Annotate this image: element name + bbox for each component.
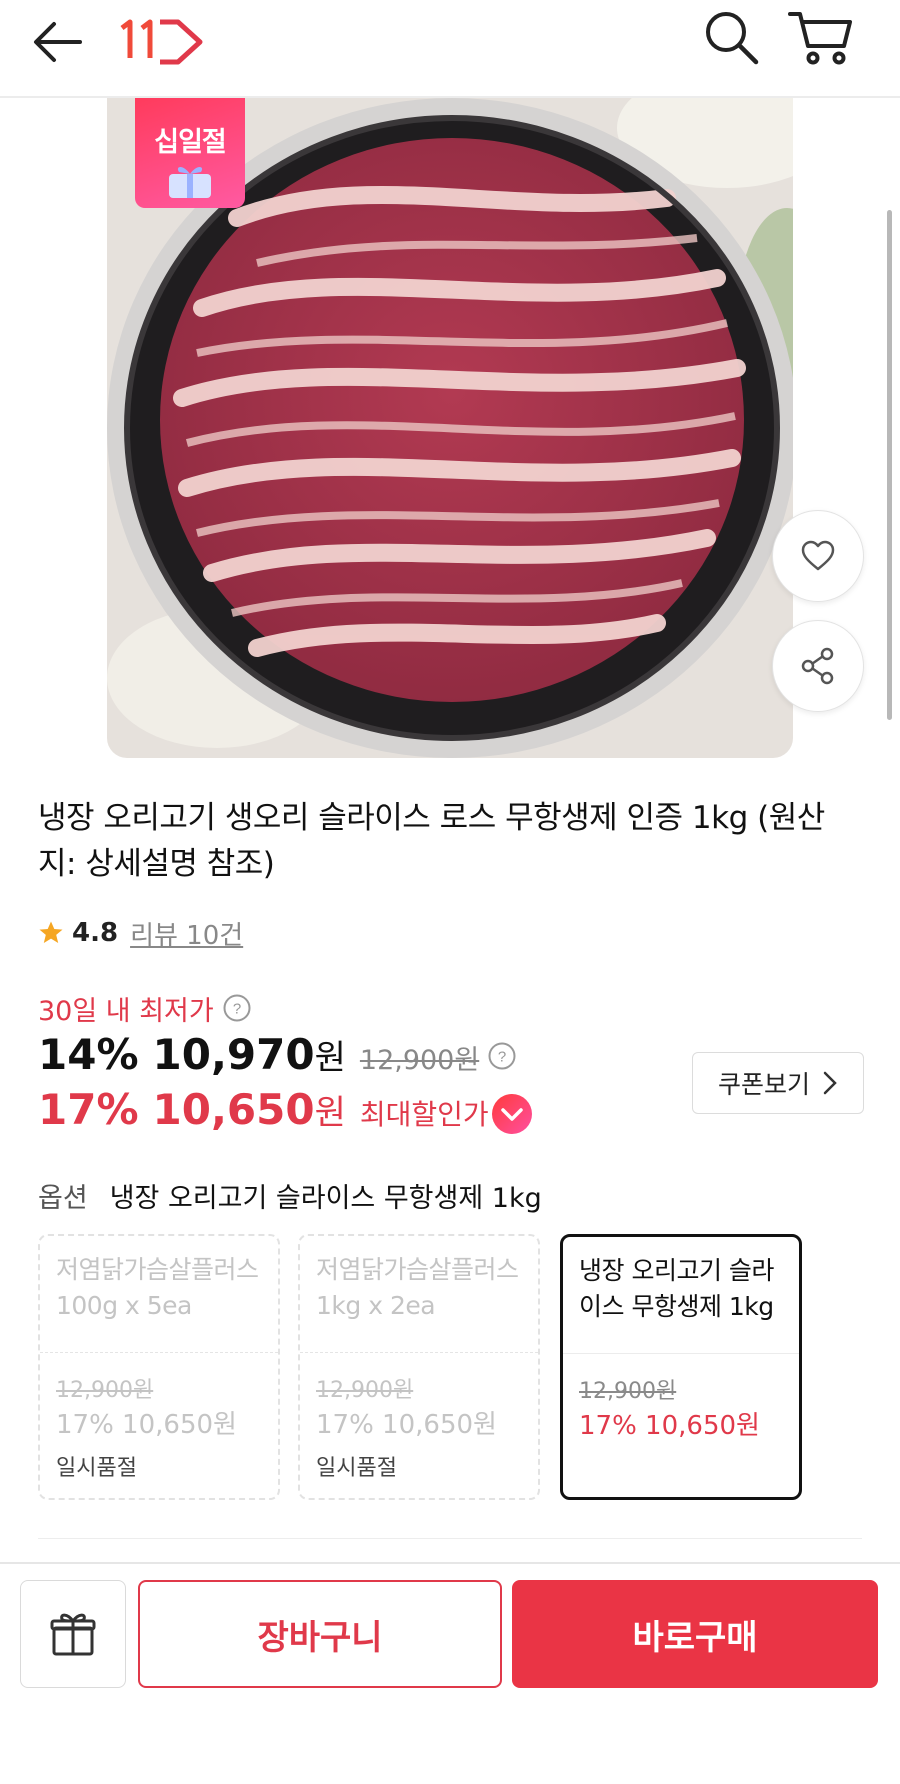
divider bbox=[563, 1353, 799, 1354]
product-title: 냉장 오리고기 생오리 슬라이스 로스 무항생제 인증 1kg (원산지: 상세… bbox=[38, 800, 825, 882]
back-button[interactable] bbox=[30, 10, 90, 70]
currency-unit: 원 bbox=[314, 1093, 346, 1133]
scrollbar[interactable] bbox=[887, 210, 892, 720]
search-button[interactable] bbox=[700, 4, 764, 68]
chevron-right-icon bbox=[823, 1071, 837, 1095]
option-selected-value: 냉장 오리고기 슬라이스 무항생제 1kg bbox=[109, 1182, 542, 1214]
option-row: 옵션 냉장 오리고기 슬라이스 무항생제 1kg bbox=[38, 1175, 542, 1215]
add-to-cart-button[interactable]: 장바구니 bbox=[138, 1580, 502, 1688]
option-original-price: 12,900원 bbox=[579, 1379, 677, 1404]
chevron-down-icon[interactable] bbox=[490, 1092, 534, 1136]
svg-text:?: ? bbox=[498, 1049, 506, 1066]
share-button[interactable] bbox=[772, 620, 864, 712]
option-name: 냉장 오리고기 슬라이스 무항생제 1kg bbox=[579, 1256, 774, 1321]
rating-row: 4.8 리뷰 10건 bbox=[38, 913, 243, 953]
buy-now-button[interactable]: 바로구매 bbox=[512, 1580, 878, 1688]
help-icon[interactable]: ? bbox=[222, 993, 252, 1023]
logo[interactable] bbox=[116, 10, 206, 70]
cart-button[interactable] bbox=[786, 4, 856, 68]
gift-button[interactable] bbox=[20, 1580, 126, 1688]
sale-price: 10,970 bbox=[152, 1030, 315, 1079]
option-status: 일시품절 bbox=[56, 1456, 137, 1481]
divider bbox=[300, 1352, 538, 1353]
review-link[interactable]: 리뷰 10건 bbox=[130, 915, 243, 952]
rating-value: 4.8 bbox=[72, 918, 119, 948]
logo-icon bbox=[120, 19, 203, 65]
heart-icon bbox=[801, 540, 835, 571]
divider bbox=[40, 1352, 278, 1353]
option-name: 저염닭가슴살플러스 100g x 5ea bbox=[56, 1255, 259, 1320]
lowest-price-text: 30일 내 최저가 bbox=[38, 995, 214, 1027]
max-discount-label: 최대할인가 bbox=[359, 1098, 489, 1131]
star-icon bbox=[39, 921, 63, 943]
option-sale-price: 17% 10,650원 bbox=[316, 1410, 497, 1440]
back-arrow-icon bbox=[34, 22, 82, 62]
option-card-3[interactable]: 냉장 오리고기 슬라이스 무항생제 1kg 12,900원 17% 10,650… bbox=[560, 1234, 802, 1500]
badge-label: 십일절 bbox=[154, 127, 227, 158]
option-card-1[interactable]: 저염닭가슴살플러스 100g x 5ea 12,900원 17% 10,650원… bbox=[38, 1234, 280, 1500]
option-card-2[interactable]: 저염닭가슴살플러스 1kg x 2ea 12,900원 17% 10,650원 … bbox=[298, 1234, 540, 1500]
share-icon bbox=[801, 647, 834, 685]
wishlist-button[interactable] bbox=[772, 510, 864, 602]
option-name: 저염닭가슴살플러스 1kg x 2ea bbox=[316, 1255, 519, 1320]
cart-icon bbox=[788, 12, 852, 65]
max-discount-price: 10,650 bbox=[152, 1085, 315, 1134]
option-original-price: 12,900원 bbox=[316, 1378, 414, 1403]
gift-icon bbox=[169, 167, 211, 198]
bottom-action-bar: 장바구니 바로구매 bbox=[0, 1562, 900, 1784]
option-status: 일시품절 bbox=[316, 1456, 397, 1481]
option-sale-price: 17% 10,650원 bbox=[579, 1411, 760, 1441]
coupon-button-label: 쿠폰보기 bbox=[717, 1070, 810, 1099]
discount-rate: 14% bbox=[38, 1030, 139, 1079]
original-price: 12,900원 bbox=[359, 1045, 480, 1076]
lowest-price-label: 30일 내 최저가 ? bbox=[38, 988, 252, 1028]
event-badge: 십일절 bbox=[135, 98, 245, 208]
view-coupon-button[interactable]: 쿠폰보기 bbox=[692, 1052, 864, 1114]
option-original-price: 12,900원 bbox=[56, 1378, 154, 1403]
currency-unit: 원 bbox=[314, 1038, 346, 1078]
gift-icon bbox=[50, 1613, 96, 1656]
option-key: 옵션 bbox=[38, 1182, 88, 1214]
top-app-bar bbox=[0, 0, 900, 98]
option-sale-price: 17% 10,650원 bbox=[56, 1410, 237, 1440]
price-row-regular: 14% 10,970 원 12,900원 ? bbox=[38, 1030, 517, 1082]
max-discount-rate: 17% bbox=[38, 1085, 139, 1134]
svg-text:?: ? bbox=[233, 1001, 241, 1018]
price-row-max-discount: 17% 10,650 원 최대할인가 bbox=[38, 1085, 489, 1141]
help-icon[interactable]: ? bbox=[487, 1041, 517, 1071]
divider bbox=[38, 1538, 862, 1539]
search-icon bbox=[706, 12, 759, 65]
